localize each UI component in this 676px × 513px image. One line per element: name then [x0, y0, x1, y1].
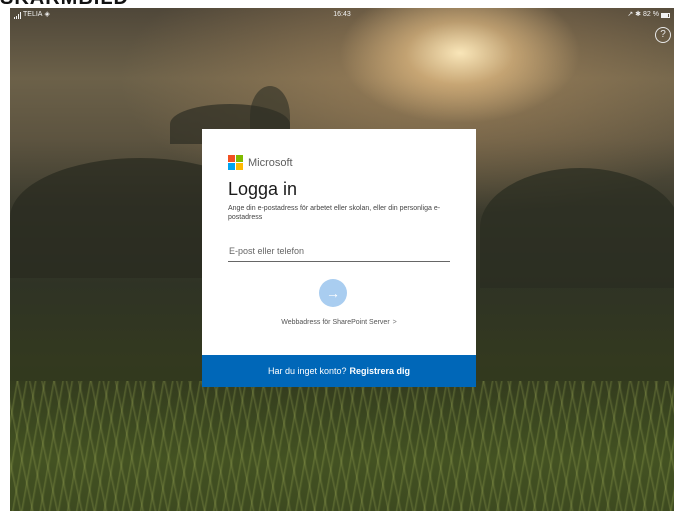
register-link[interactable]: Registrera dig — [350, 366, 411, 376]
sharepoint-link[interactable]: Webbadress för SharePoint Server > — [202, 319, 476, 326]
brand: Microsoft — [228, 155, 293, 170]
no-account-text: Har du inget konto? — [267, 366, 347, 376]
background-ridge-right — [480, 168, 674, 288]
login-description: Ange din e-postadress för arbetet eller … — [228, 205, 441, 221]
sharepoint-link-label: Webbadress för SharePoint Server — [281, 319, 390, 326]
next-button[interactable]: → — [319, 279, 347, 307]
battery-icon — [661, 12, 670, 18]
arrow-right-icon: → — [326, 285, 340, 301]
help-icon[interactable]: ? — [655, 27, 671, 43]
battery-percent: 82 % — [643, 11, 659, 18]
register-bar: Har du inget konto? Registrera dig — [202, 355, 476, 387]
status-bar: TELIA ◈ 16:43 ↗ ✱ 82 % — [10, 8, 674, 22]
page-title: Logga in — [228, 179, 298, 199]
microsoft-logo-icon — [228, 155, 243, 170]
chevron-right-icon: > — [392, 319, 397, 326]
foreground-grass — [10, 381, 674, 511]
status-right: ↗ ✱ 82 % — [627, 8, 670, 22]
cropped-header-text: SKÄRMBILD — [0, 0, 129, 8]
status-time: 16:43 — [333, 11, 351, 18]
login-card: Microsoft Logga in Ange din e-postadress… — [202, 129, 476, 387]
cropped-header-strip: SKÄRMBILD — [0, 0, 676, 8]
email-field[interactable] — [228, 240, 450, 262]
location-bluetooth-icon: ↗ ✱ — [627, 11, 642, 18]
brand-name: Microsoft — [248, 156, 293, 169]
